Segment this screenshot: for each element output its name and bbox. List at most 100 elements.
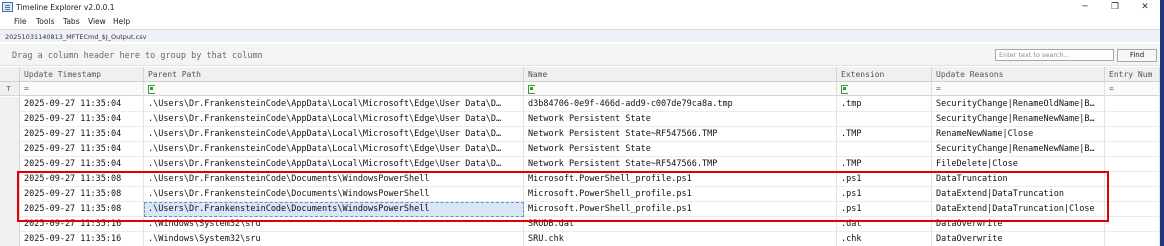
menu-tools[interactable]: Tools — [36, 17, 54, 26]
row-header[interactable] — [0, 217, 20, 232]
cell-name[interactable]: Network Persistent State~RF547566.TMP — [524, 157, 837, 172]
cell-parent-path[interactable]: .\Windows\System32\sru — [144, 232, 524, 246]
cell-name[interactable]: Microsoft.PowerShell_profile.ps1 — [524, 187, 837, 202]
cell-update-reasons[interactable]: DataTruncation — [932, 172, 1105, 187]
row-header[interactable] — [0, 112, 20, 127]
column-header-update-reasons[interactable]: Update Reasons — [932, 67, 1105, 82]
row-header[interactable] — [0, 232, 20, 246]
row-header[interactable] — [0, 202, 20, 217]
table-row[interactable]: 2025-09-27 11:35:08 .\Users\Dr.Frankenste… — [0, 202, 1160, 217]
cell-name[interactable]: Network Persistent State — [524, 112, 837, 127]
cell-update-timestamp[interactable]: 2025-09-27 11:35:08 — [20, 172, 144, 187]
cell-name[interactable]: Microsoft.PowerShell_profile.ps1 — [524, 202, 837, 217]
file-tab[interactable]: 20251031140813_MFTECmd_$J_Output.csv — [5, 33, 146, 41]
close-button[interactable]: ✕ — [1130, 0, 1160, 15]
cell-update-timestamp[interactable]: 2025-09-27 11:35:04 — [20, 127, 144, 142]
cell-parent-path[interactable]: .\Windows\System32\sru — [144, 217, 524, 232]
cell-update-reasons[interactable]: DataExtend|DataTruncation — [932, 187, 1105, 202]
cell-update-reasons[interactable]: RenameNewName|Close — [932, 127, 1105, 142]
filter-update-timestamp[interactable]: = — [20, 82, 144, 96]
row-header[interactable] — [0, 142, 20, 157]
cell-extension[interactable]: .chk — [837, 232, 932, 246]
column-header-entry-number[interactable]: Entry Num — [1105, 67, 1160, 82]
cell-entry-number[interactable] — [1105, 187, 1160, 202]
minimize-button[interactable]: ─ — [1070, 0, 1100, 15]
cell-extension[interactable]: .ps1 — [837, 202, 932, 217]
row-header[interactable] — [0, 172, 20, 187]
search-input[interactable] — [995, 49, 1114, 61]
cell-parent-path[interactable]: .\Users\Dr.FrankensteinCode\Documents\Wi… — [144, 172, 524, 187]
table-row[interactable]: 2025-09-27 11:35:16 .\Windows\System32\sr… — [0, 232, 1160, 246]
cell-update-reasons[interactable]: DataOverwrite — [932, 217, 1105, 232]
cell-entry-number[interactable] — [1105, 217, 1160, 232]
cell-extension[interactable] — [837, 142, 932, 157]
cell-update-reasons[interactable]: DataOverwrite — [932, 232, 1105, 246]
data-grid[interactable]: Update Timestamp Parent Path Name Extens… — [0, 67, 1160, 246]
filter-name[interactable] — [524, 82, 837, 96]
group-panel[interactable]: Drag a column header here to group by th… — [0, 44, 1160, 66]
cell-name[interactable]: Network Persistent State~RF547566.TMP — [524, 127, 837, 142]
cell-parent-path[interactable]: .\Users\Dr.FrankensteinCode\AppData\Loca… — [144, 112, 524, 127]
row-header[interactable] — [0, 127, 20, 142]
menu-view[interactable]: View — [88, 17, 106, 26]
table-row[interactable]: 2025-09-27 11:35:08 .\Users\Dr.Frankenste… — [0, 172, 1160, 187]
cell-parent-path[interactable]: .\Users\Dr.FrankensteinCode\AppData\Loca… — [144, 127, 524, 142]
cell-update-timestamp[interactable]: 2025-09-27 11:35:04 — [20, 112, 144, 127]
find-button[interactable]: Find — [1117, 49, 1157, 62]
cell-entry-number[interactable] — [1105, 97, 1160, 112]
cell-update-timestamp[interactable]: 2025-09-27 11:35:16 — [20, 232, 144, 246]
cell-update-reasons[interactable]: SecurityChange|RenameNewName|B… — [932, 142, 1105, 157]
menu-tabs[interactable]: Tabs — [63, 17, 80, 26]
title-bar[interactable]: Timeline Explorer v2.0.0.1 ─ ❐ ✕ — [0, 0, 1160, 15]
cell-entry-number[interactable] — [1105, 142, 1160, 157]
table-row[interactable]: 2025-09-27 11:35:04 .\Users\Dr.Frankenste… — [0, 127, 1160, 142]
cell-update-reasons[interactable]: SecurityChange|RenameOldName|B… — [932, 97, 1105, 112]
cell-parent-path[interactable]: .\Users\Dr.FrankensteinCode\Documents\Wi… — [144, 187, 524, 202]
table-row[interactable]: 2025-09-27 11:35:08 .\Users\Dr.Frankenste… — [0, 187, 1160, 202]
cell-name[interactable]: SRUDB.dat — [524, 217, 837, 232]
menu-file[interactable]: File — [14, 17, 27, 26]
cell-parent-path[interactable]: .\Users\Dr.FrankensteinCode\Documents\Wi… — [144, 202, 524, 217]
filter-parent-path[interactable] — [144, 82, 524, 96]
cell-parent-path[interactable]: .\Users\Dr.FrankensteinCode\AppData\Loca… — [144, 97, 524, 112]
cell-extension[interactable]: .TMP — [837, 157, 932, 172]
column-header-parent-path[interactable]: Parent Path — [144, 67, 524, 82]
table-row[interactable]: 2025-09-27 11:35:04 .\Users\Dr.Frankenste… — [0, 97, 1160, 112]
table-row[interactable]: 2025-09-27 11:35:04 .\Users\Dr.Frankenste… — [0, 157, 1160, 172]
cell-update-timestamp[interactable]: 2025-09-27 11:35:04 — [20, 97, 144, 112]
row-header[interactable] — [0, 97, 20, 112]
cell-entry-number[interactable] — [1105, 127, 1160, 142]
cell-parent-path[interactable]: .\Users\Dr.FrankensteinCode\AppData\Loca… — [144, 157, 524, 172]
cell-entry-number[interactable] — [1105, 172, 1160, 187]
filter-entry-number[interactable]: = — [1105, 82, 1160, 96]
column-header-name[interactable]: Name — [524, 67, 837, 82]
cell-update-timestamp[interactable]: 2025-09-27 11:35:04 — [20, 157, 144, 172]
column-header-extension[interactable]: Extension — [837, 67, 932, 82]
table-row[interactable]: 2025-09-27 11:35:16 .\Windows\System32\sr… — [0, 217, 1160, 232]
cell-entry-number[interactable] — [1105, 202, 1160, 217]
filter-extension[interactable] — [837, 82, 932, 96]
cell-entry-number[interactable] — [1105, 157, 1160, 172]
filter-update-reasons[interactable]: = — [932, 82, 1105, 96]
cell-update-reasons[interactable]: FileDelete|Close — [932, 157, 1105, 172]
cell-update-timestamp[interactable]: 2025-09-27 11:35:04 — [20, 142, 144, 157]
row-header[interactable] — [0, 157, 20, 172]
cell-parent-path[interactable]: .\Users\Dr.FrankensteinCode\AppData\Loca… — [144, 142, 524, 157]
cell-extension[interactable] — [837, 112, 932, 127]
cell-update-timestamp[interactable]: 2025-09-27 11:35:16 — [20, 217, 144, 232]
cell-entry-number[interactable] — [1105, 112, 1160, 127]
cell-update-reasons[interactable]: DataExtend|DataTruncation|Close — [932, 202, 1105, 217]
cell-extension[interactable]: .TMP — [837, 127, 932, 142]
cell-entry-number[interactable] — [1105, 232, 1160, 246]
cell-update-timestamp[interactable]: 2025-09-27 11:35:08 — [20, 187, 144, 202]
cell-name[interactable]: Microsoft.PowerShell_profile.ps1 — [524, 172, 837, 187]
column-header-update-timestamp[interactable]: Update Timestamp — [20, 67, 144, 82]
row-header[interactable] — [0, 187, 20, 202]
cell-name[interactable]: d3b84706-0e9f-466d-add9-c007de79ca8a.tmp — [524, 97, 837, 112]
cell-extension[interactable]: .dat — [837, 217, 932, 232]
maximize-button[interactable]: ❐ — [1100, 0, 1130, 15]
cell-extension[interactable]: .tmp — [837, 97, 932, 112]
cell-name[interactable]: Network Persistent State — [524, 142, 837, 157]
table-row[interactable]: 2025-09-27 11:35:04 .\Users\Dr.Frankenste… — [0, 112, 1160, 127]
cell-update-reasons[interactable]: SecurityChange|RenameNewName|B… — [932, 112, 1105, 127]
